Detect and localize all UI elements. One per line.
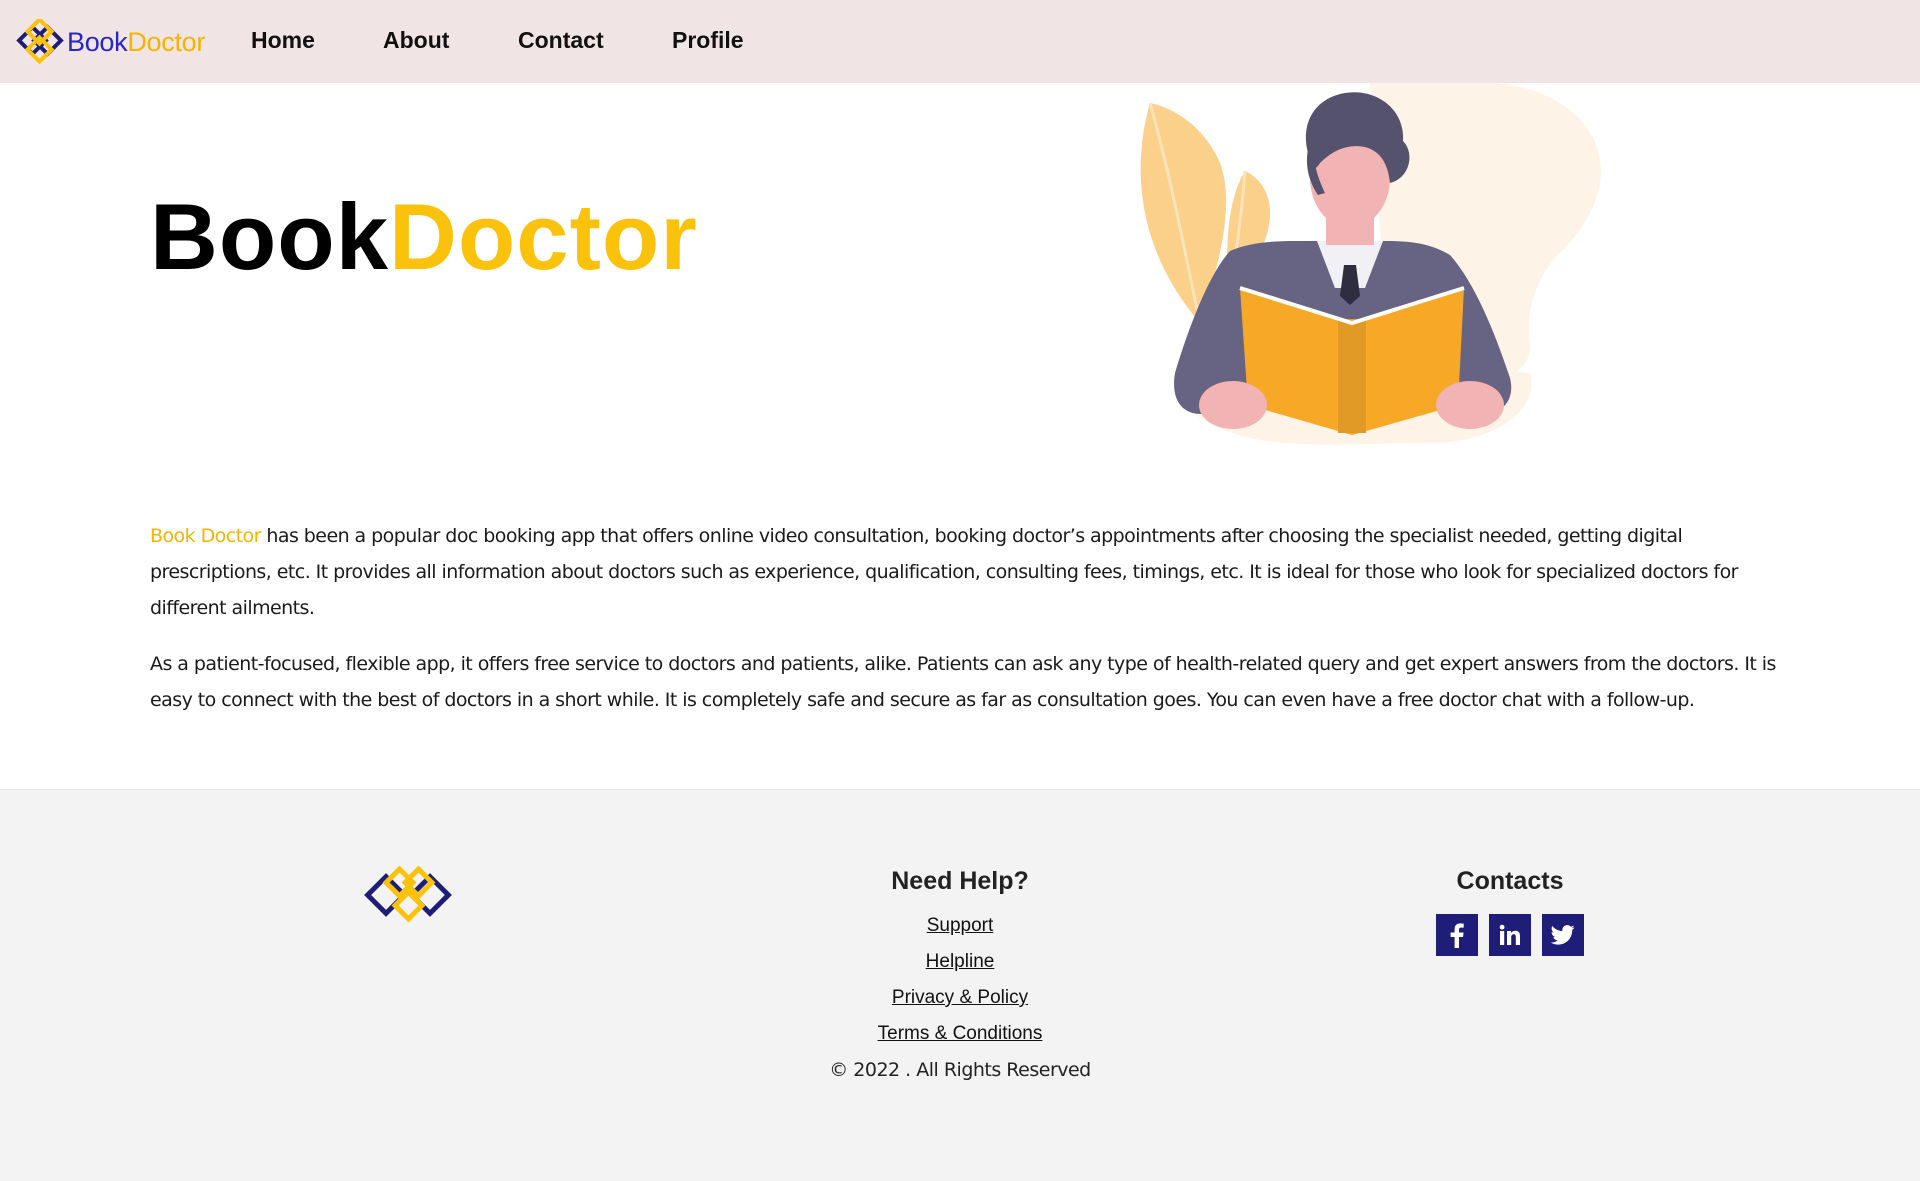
helpline-link[interactable]: Helpline (760, 944, 1160, 980)
facebook-link[interactable] (1436, 914, 1478, 956)
footer: Need Help? Support Helpline Privacy & Po… (0, 789, 1920, 1181)
navbar: BookDoctor Home About Contact Profile (0, 0, 1920, 83)
terms-conditions-link[interactable]: Terms & Conditions (760, 1016, 1160, 1052)
contacts-section: Contacts (1360, 866, 1660, 956)
linkedin-link[interactable] (1489, 914, 1531, 956)
hero-title: BookDoctor (150, 185, 698, 289)
contacts-title: Contacts (1456, 867, 1564, 895)
privacy-policy-link[interactable]: Privacy & Policy (760, 980, 1160, 1016)
need-help-section: Need Help? Support Helpline Privacy & Po… (760, 866, 1160, 1088)
brand-name-part1: Book (67, 26, 128, 57)
about-section: Book Doctor has been a popular doc booki… (150, 518, 1780, 738)
social-links (1360, 914, 1660, 956)
brand-name: BookDoctor (67, 27, 205, 58)
nav-home-link[interactable]: Home (251, 25, 315, 55)
man-reading-book-illustration (1140, 83, 1601, 445)
twitter-link[interactable] (1542, 914, 1584, 956)
brand-logo-icon (16, 19, 64, 65)
about-paragraph-2: As a patient-focused, flexible app, it o… (150, 653, 1776, 711)
brand-home-link[interactable]: BookDoctor (16, 19, 205, 65)
brand-name-part2: Doctor (127, 26, 206, 57)
hero-title-part1: Book (150, 184, 389, 289)
support-link[interactable]: Support (760, 908, 1160, 944)
copyright-text: © 2022 . All Rights Reserved (829, 1059, 1091, 1081)
nav-contact-link[interactable]: Contact (518, 25, 604, 55)
need-help-title: Need Help? (891, 867, 1029, 895)
nav-about-link[interactable]: About (383, 25, 449, 55)
twitter-icon (1551, 925, 1575, 945)
about-paragraph-1: Book Doctor has been a popular doc booki… (150, 518, 1780, 626)
footer-logo-icon (364, 866, 452, 923)
hero-title-part2: Doctor (389, 184, 698, 289)
linkedin-icon (1499, 924, 1520, 945)
about-highlight: Book Doctor (150, 525, 261, 547)
nav-profile-link[interactable]: Profile (672, 25, 744, 55)
about-paragraph-1-text: has been a popular doc booking app that … (150, 525, 1738, 619)
facebook-icon (1450, 923, 1464, 948)
